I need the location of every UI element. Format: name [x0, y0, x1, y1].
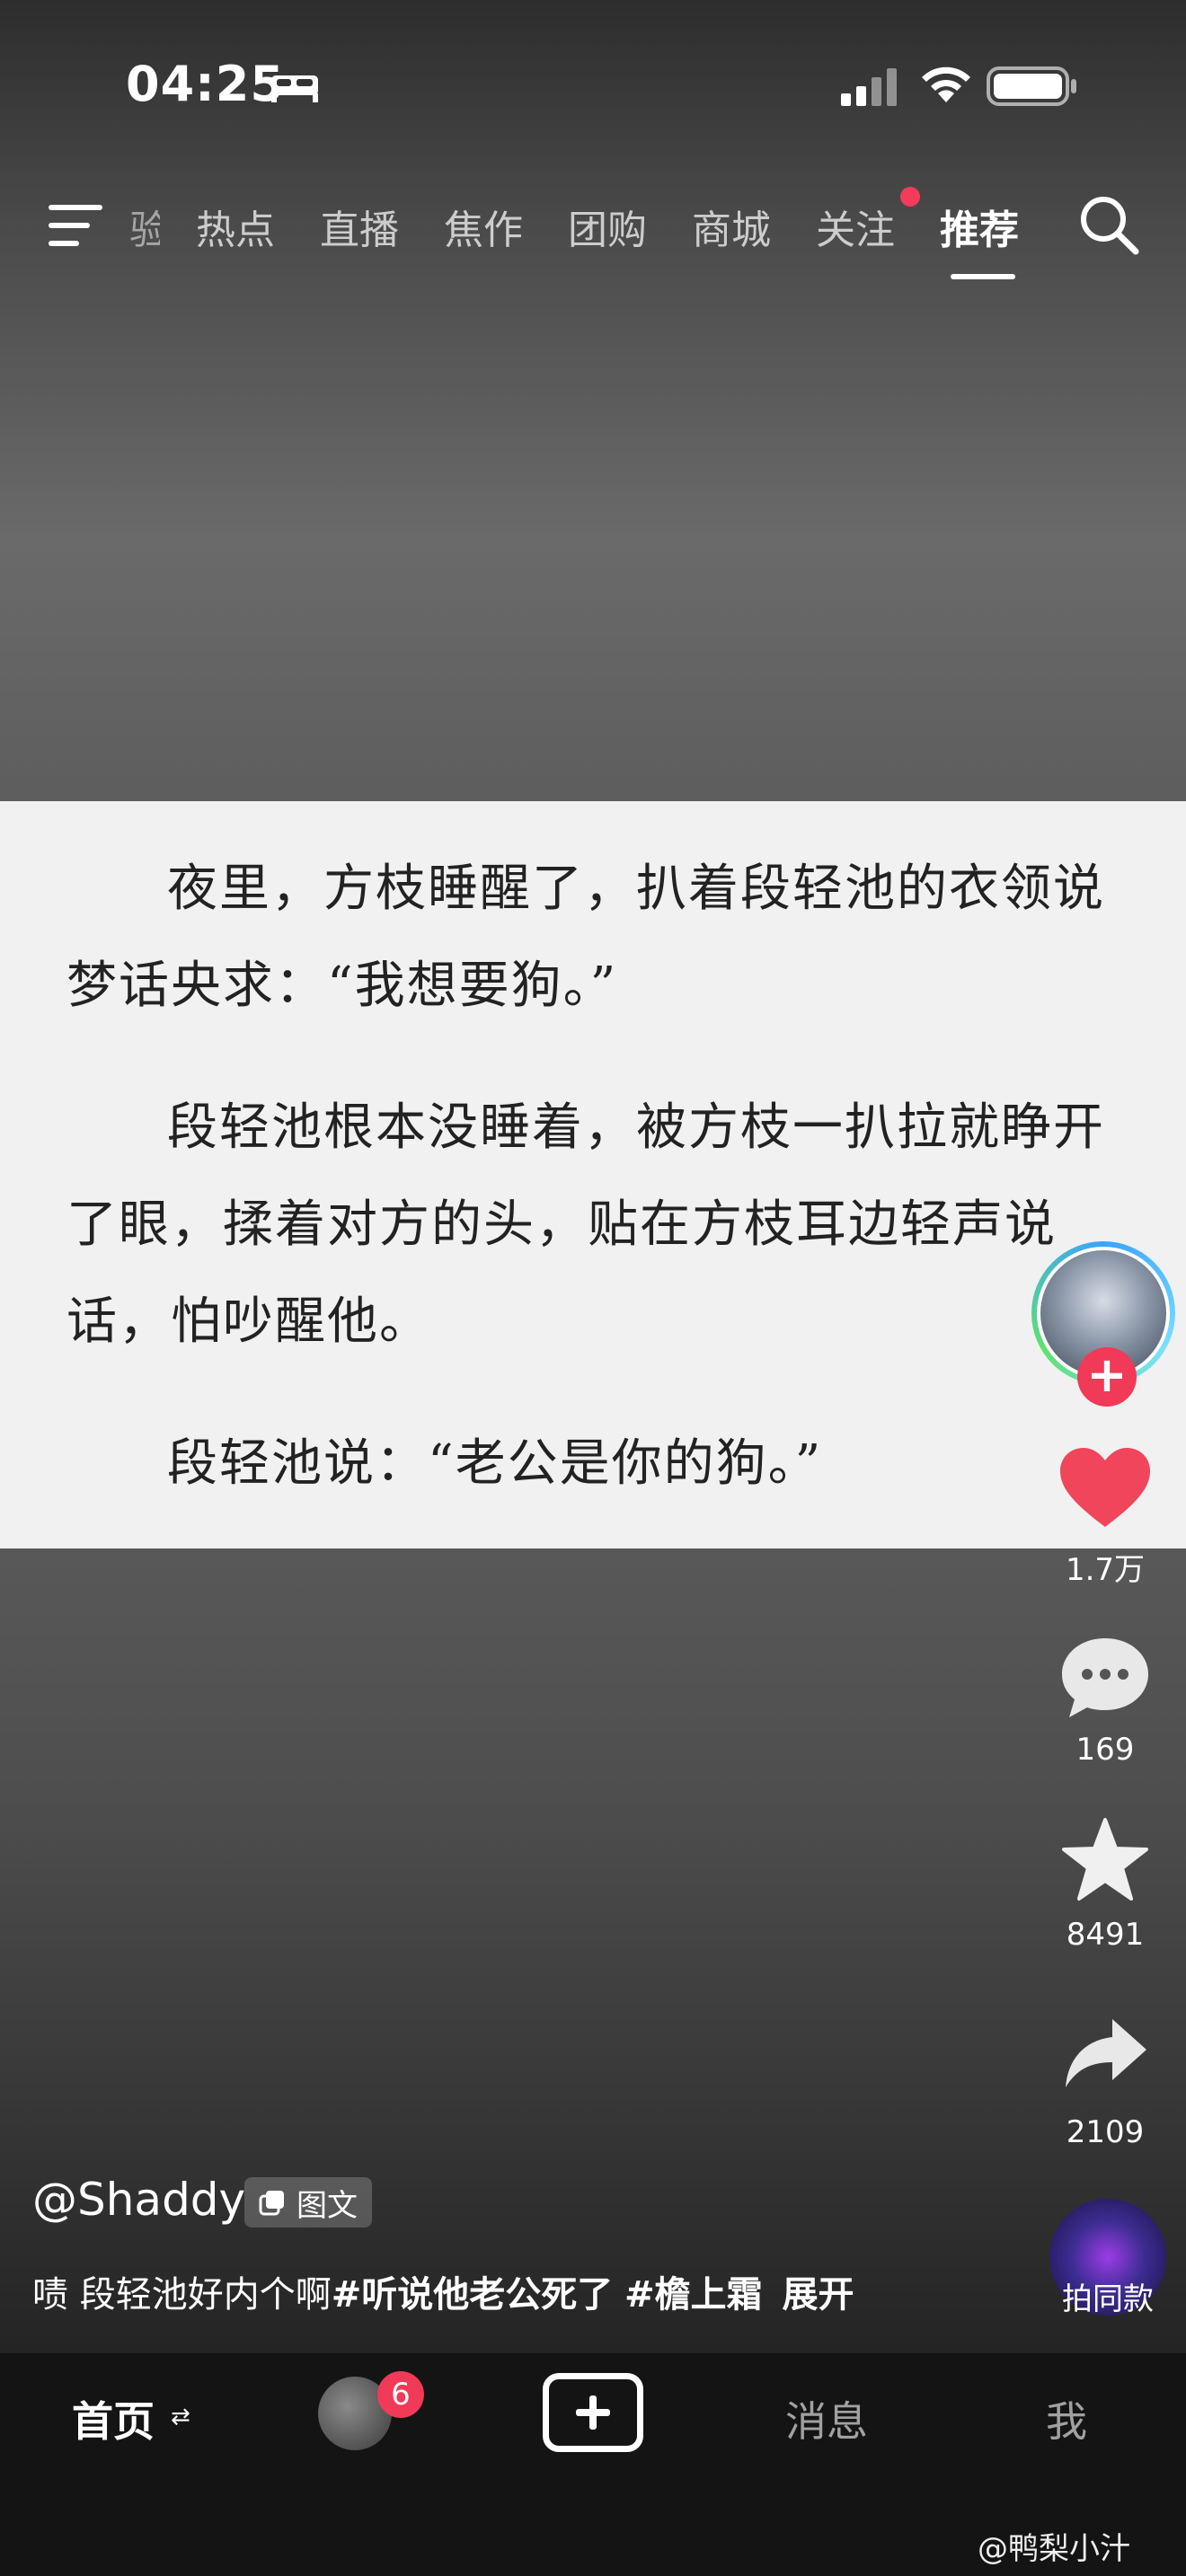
wifi-icon — [922, 66, 970, 102]
share-button[interactable] — [1042, 2014, 1168, 2098]
star-icon — [1062, 1818, 1148, 1901]
follow-button[interactable]: + — [1077, 1347, 1137, 1407]
battery-icon — [987, 66, 1076, 106]
nav-home[interactable]: 首页 — [72, 2389, 155, 2448]
sleep-focus-icon — [271, 75, 318, 102]
image-stack-icon — [259, 2191, 284, 2216]
share-arrow-icon — [1066, 2019, 1146, 2087]
plus-icon — [576, 2395, 610, 2430]
nav-messages[interactable]: 消息 — [785, 2389, 868, 2448]
tab-local[interactable]: 焦作 — [444, 198, 523, 255]
text-card: 夜里，方枝睡醒了，扒着段轻池的衣领说梦话央求：“我想要狗。” 段轻池根本没睡着，… — [0, 801, 1186, 1548]
post-caption: 啧 段轻池好内个啊#听说他老公死了 #檐上霜 展开 — [32, 2265, 854, 2317]
post-type-badge: 图文 — [244, 2177, 372, 2228]
friends-badge: 6 — [377, 2371, 424, 2418]
comment-count: 169 — [1075, 1732, 1135, 1768]
like-button[interactable] — [1042, 1446, 1168, 1534]
caption-text: 啧 段轻池好内个啊 — [32, 2274, 332, 2316]
favorite-button[interactable] — [1042, 1816, 1168, 1906]
switch-arrows-icon[interactable]: ⇄ — [171, 2404, 190, 2430]
active-tab-indicator — [951, 274, 1015, 279]
following-notification-dot — [900, 187, 920, 207]
status-time: 04:25 — [126, 56, 285, 112]
share-count: 2109 — [1066, 2114, 1145, 2150]
comment-icon — [1062, 1638, 1148, 1717]
tab-recommended[interactable]: 推荐 — [940, 198, 1019, 255]
hashtag-1[interactable]: #听说他老公死了 — [332, 2274, 614, 2316]
tab-mall[interactable]: 商城 — [692, 198, 771, 255]
menu-icon[interactable] — [49, 203, 104, 248]
author-name[interactable]: @Shaddy — [32, 2174, 245, 2226]
post-type-label: 图文 — [296, 2187, 358, 2224]
like-count: 1.7万 — [1065, 1552, 1146, 1588]
tab-partial[interactable]: 验 — [129, 198, 160, 255]
tab-live[interactable]: 直播 — [320, 198, 399, 255]
favorite-count: 8491 — [1066, 1917, 1145, 1953]
weibo-watermark: @鸭梨小汁 — [978, 2531, 1130, 2567]
expand-button[interactable]: 展开 — [782, 2274, 854, 2316]
same-style-label[interactable]: 拍同款 — [1033, 2274, 1182, 2318]
comment-button[interactable] — [1042, 1635, 1168, 1725]
nav-profile[interactable]: 我 — [1046, 2389, 1087, 2448]
tab-hot[interactable]: 热点 — [196, 198, 275, 255]
heart-icon — [1060, 1448, 1150, 1527]
card-paragraph-2: 段轻池根本没睡着，被方枝一扒拉就睁开了眼，揉着对方的头，贴在方枝耳边轻声说话，怕… — [66, 1098, 1105, 1351]
card-paragraph-1: 夜里，方枝睡醒了，扒着段轻池的衣领说梦话央求：“我想要狗。” — [66, 860, 1105, 1015]
search-icon[interactable] — [1078, 194, 1141, 257]
hashtag-2[interactable]: #檐上霜 — [624, 2274, 763, 2316]
card-paragraph-3: 段轻池说：“老公是你的狗。” — [167, 1434, 823, 1493]
tab-group-buy[interactable]: 团购 — [568, 198, 647, 255]
cellular-signal-icon — [841, 68, 897, 106]
create-button[interactable] — [543, 2373, 643, 2452]
tab-following[interactable]: 关注 — [816, 198, 895, 255]
